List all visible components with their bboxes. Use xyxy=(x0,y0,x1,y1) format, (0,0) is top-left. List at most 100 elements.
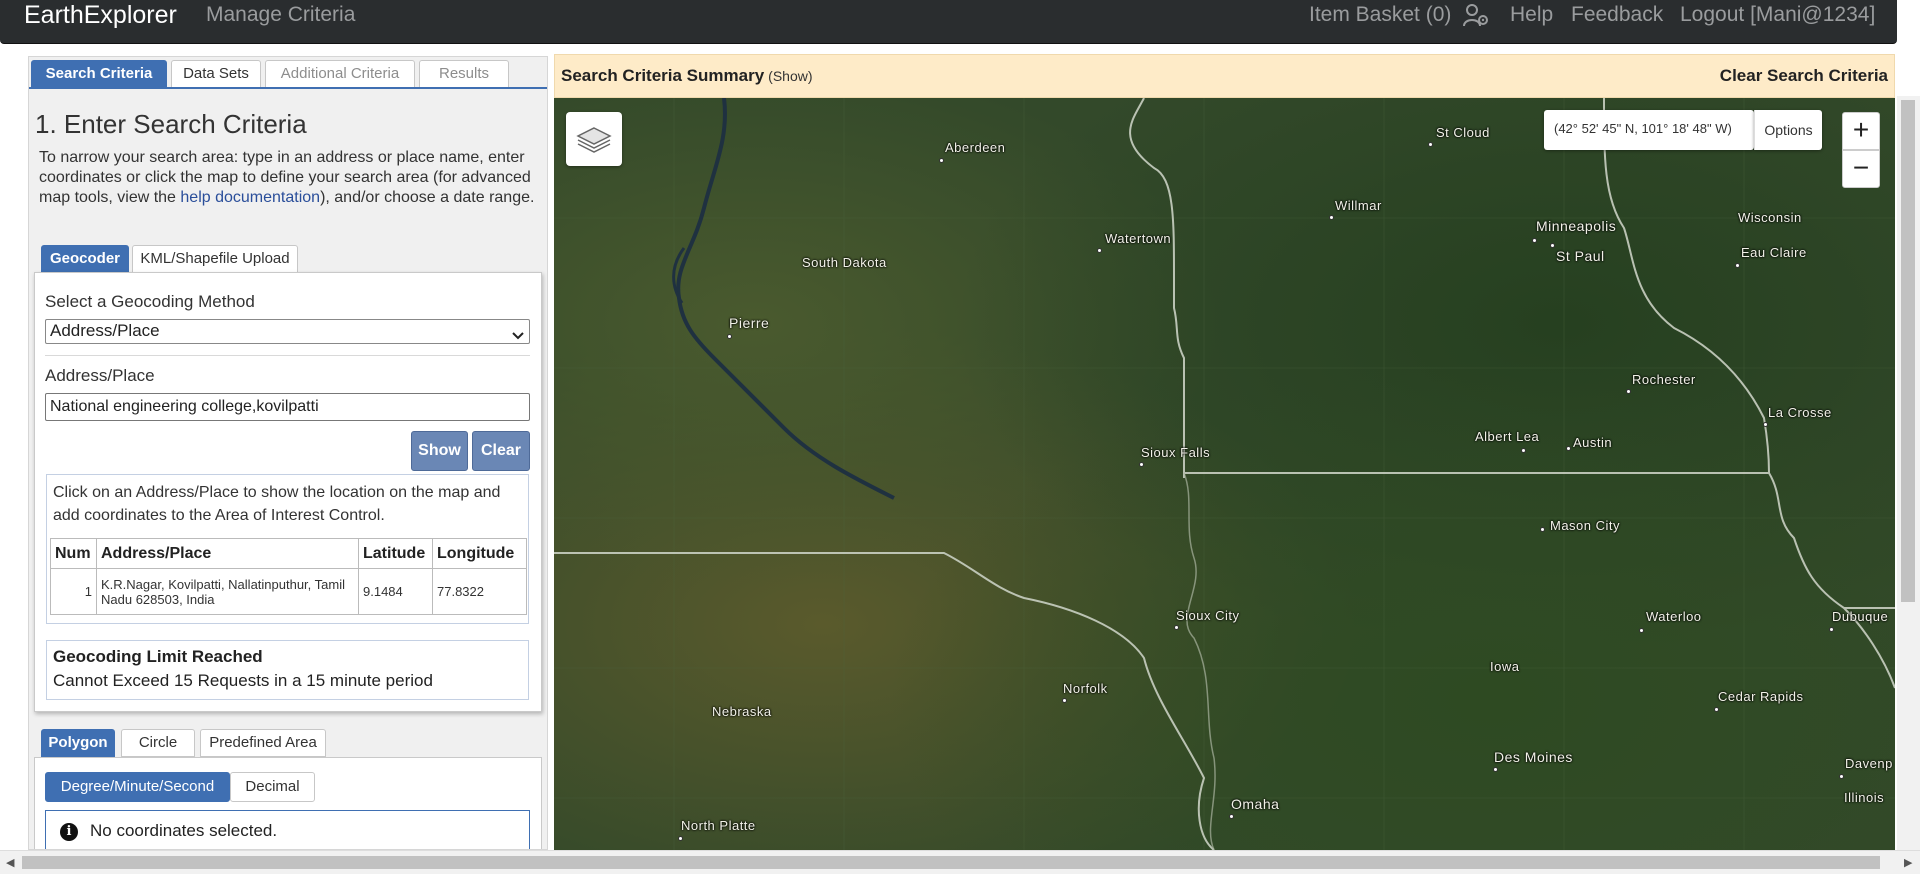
tab-data-sets[interactable]: Data Sets xyxy=(171,60,261,88)
satellite-imagery xyxy=(554,98,1895,850)
city-marker xyxy=(1626,389,1631,394)
geocoding-method-label: Select a Geocoding Method xyxy=(45,292,255,311)
place-label: Wisconsin xyxy=(1738,210,1802,225)
city-marker xyxy=(1139,462,1144,467)
horizontal-scrollbar[interactable]: ◀ ▶ xyxy=(0,850,1920,874)
help-link[interactable]: Help xyxy=(1510,3,1553,27)
place-label: Willmar xyxy=(1335,198,1382,213)
chevron-down-icon xyxy=(512,325,524,340)
zoom-out-button[interactable]: − xyxy=(1842,150,1880,188)
map-view[interactable]: Aberdeen St Cloud Willmar Watertown Minn… xyxy=(554,98,1895,850)
subtab-geocoder[interactable]: Geocoder xyxy=(41,245,129,273)
no-coordinates-message: i No coordinates selected. xyxy=(45,810,530,849)
scroll-left-arrow[interactable]: ◀ xyxy=(6,856,14,869)
city-marker xyxy=(1428,142,1433,147)
horizontal-scroll-thumb[interactable] xyxy=(22,856,1880,869)
cell-address[interactable]: K.R.Nagar, Kovilpatti, Nallatinputhur, T… xyxy=(96,568,359,615)
column-header: Longitude xyxy=(432,538,527,569)
city-marker xyxy=(678,836,683,841)
place-label: Sioux City xyxy=(1176,608,1240,623)
cursor-coordinates: (42° 52' 45" N, 101° 18' 48" W) xyxy=(1554,121,1732,136)
place-label: Davenp xyxy=(1845,756,1893,771)
clear-search-criteria-link[interactable]: Clear Search Criteria xyxy=(1720,66,1888,86)
brand-logo[interactable]: EarthExplorer xyxy=(24,1,177,30)
place-label: La Crosse xyxy=(1768,405,1832,420)
tab-results[interactable]: Results xyxy=(419,60,509,88)
geocode-results: Click on an Address/Place to show the lo… xyxy=(46,474,529,624)
column-header: Address/Place xyxy=(96,538,359,569)
city-marker xyxy=(1174,625,1179,630)
logout-link[interactable]: Logout [Mani@1234] xyxy=(1680,3,1875,27)
city-marker xyxy=(1829,627,1834,632)
tab-additional-criteria[interactable]: Additional Criteria xyxy=(265,60,415,88)
geocoding-limit-alert: Geocoding Limit Reached Cannot Exceed 15… xyxy=(46,640,529,700)
table-row[interactable]: 1 K.R.Nagar, Kovilpatti, Nallatinputhur,… xyxy=(50,568,527,615)
place-label: Watertown xyxy=(1105,231,1172,246)
geocoding-method-select[interactable]: Address/Place xyxy=(45,319,530,344)
intro-text: To narrow your search area: type in an a… xyxy=(39,149,535,206)
search-criteria-summary-bar: Search Criteria Summary (Show) Clear Sear… xyxy=(554,54,1895,98)
area-of-interest-panel: Degree/Minute/Second Decimal i No coordi… xyxy=(34,757,542,849)
format-dms-button[interactable]: Degree/Minute/Second xyxy=(45,772,230,802)
cell-num: 1 xyxy=(50,568,97,615)
vertical-scroll-thumb[interactable] xyxy=(1901,100,1915,602)
place-label: Omaha xyxy=(1231,796,1280,812)
city-marker xyxy=(1329,215,1334,220)
results-table: Num Address/Place Latitude Longitude 1 K… xyxy=(50,538,527,615)
map-options-button[interactable]: Options xyxy=(1754,110,1822,150)
subtab-polygon[interactable]: Polygon xyxy=(41,729,115,757)
column-header: Latitude xyxy=(358,538,433,569)
place-label: Eau Claire xyxy=(1741,245,1807,260)
show-button[interactable]: Show xyxy=(411,431,468,471)
city-marker xyxy=(1550,243,1555,248)
divider xyxy=(45,355,530,356)
format-decimal-button[interactable]: Decimal xyxy=(230,772,315,802)
cursor-coordinate-box: (42° 52' 45" N, 101° 18' 48" W) xyxy=(1544,110,1754,150)
cell-longitude: 77.8322 xyxy=(432,568,527,615)
city-marker xyxy=(1540,527,1545,532)
place-label: St Cloud xyxy=(1436,125,1490,140)
item-basket-link[interactable]: Item Basket (0) xyxy=(1309,3,1451,27)
city-marker xyxy=(1062,698,1067,703)
city-marker xyxy=(1493,767,1498,772)
manage-criteria-link[interactable]: Manage Criteria xyxy=(206,3,355,27)
place-label: Iowa xyxy=(1490,659,1520,674)
column-header: Num xyxy=(50,538,97,569)
place-label: Mason City xyxy=(1550,518,1621,533)
place-label: Albert Lea xyxy=(1475,429,1540,444)
top-navbar: EarthExplorer Manage Criteria Item Baske… xyxy=(0,0,1897,44)
place-label: Norfolk xyxy=(1063,681,1108,696)
city-marker xyxy=(1566,446,1571,451)
summary-title: Search Criteria Summary (Show) xyxy=(561,66,813,85)
place-label: Nebraska xyxy=(712,704,772,719)
clear-button[interactable]: Clear xyxy=(472,431,530,471)
place-label: Sioux Falls xyxy=(1141,445,1211,460)
address-input[interactable]: National engineering college,kovilpatti xyxy=(45,393,530,421)
section-heading: 1. Enter Search Criteria xyxy=(35,109,307,139)
tab-search-criteria[interactable]: Search Criteria xyxy=(31,60,167,88)
city-marker xyxy=(1639,628,1644,633)
vertical-scrollbar[interactable] xyxy=(1897,96,1920,850)
table-header-row: Num Address/Place Latitude Longitude xyxy=(50,538,527,569)
city-marker xyxy=(1763,422,1768,427)
place-label: Cedar Rapids xyxy=(1718,689,1804,704)
summary-show-link[interactable]: (Show) xyxy=(768,68,812,84)
scroll-right-arrow[interactable]: ▶ xyxy=(1904,856,1912,869)
subtab-circle[interactable]: Circle xyxy=(121,729,195,757)
place-label: South Dakota xyxy=(802,255,887,270)
cell-latitude: 9.1484 xyxy=(358,568,433,615)
layers-button[interactable] xyxy=(566,112,622,166)
help-documentation-link[interactable]: help documentation xyxy=(180,189,320,206)
place-label: Rochester xyxy=(1632,372,1696,387)
subtab-kml-upload[interactable]: KML/Shapefile Upload xyxy=(132,245,298,273)
zoom-in-button[interactable]: + xyxy=(1842,112,1880,150)
tabs-underline xyxy=(29,87,547,89)
place-label: Waterloo xyxy=(1646,609,1702,624)
place-label: Aberdeen xyxy=(945,140,1006,155)
user-gear-icon[interactable] xyxy=(1462,2,1490,28)
subtab-predefined-area[interactable]: Predefined Area xyxy=(200,729,326,757)
feedback-link[interactable]: Feedback xyxy=(1571,3,1663,27)
place-label: St Paul xyxy=(1556,248,1605,264)
address-label: Address/Place xyxy=(45,366,155,385)
info-icon: i xyxy=(60,823,78,841)
